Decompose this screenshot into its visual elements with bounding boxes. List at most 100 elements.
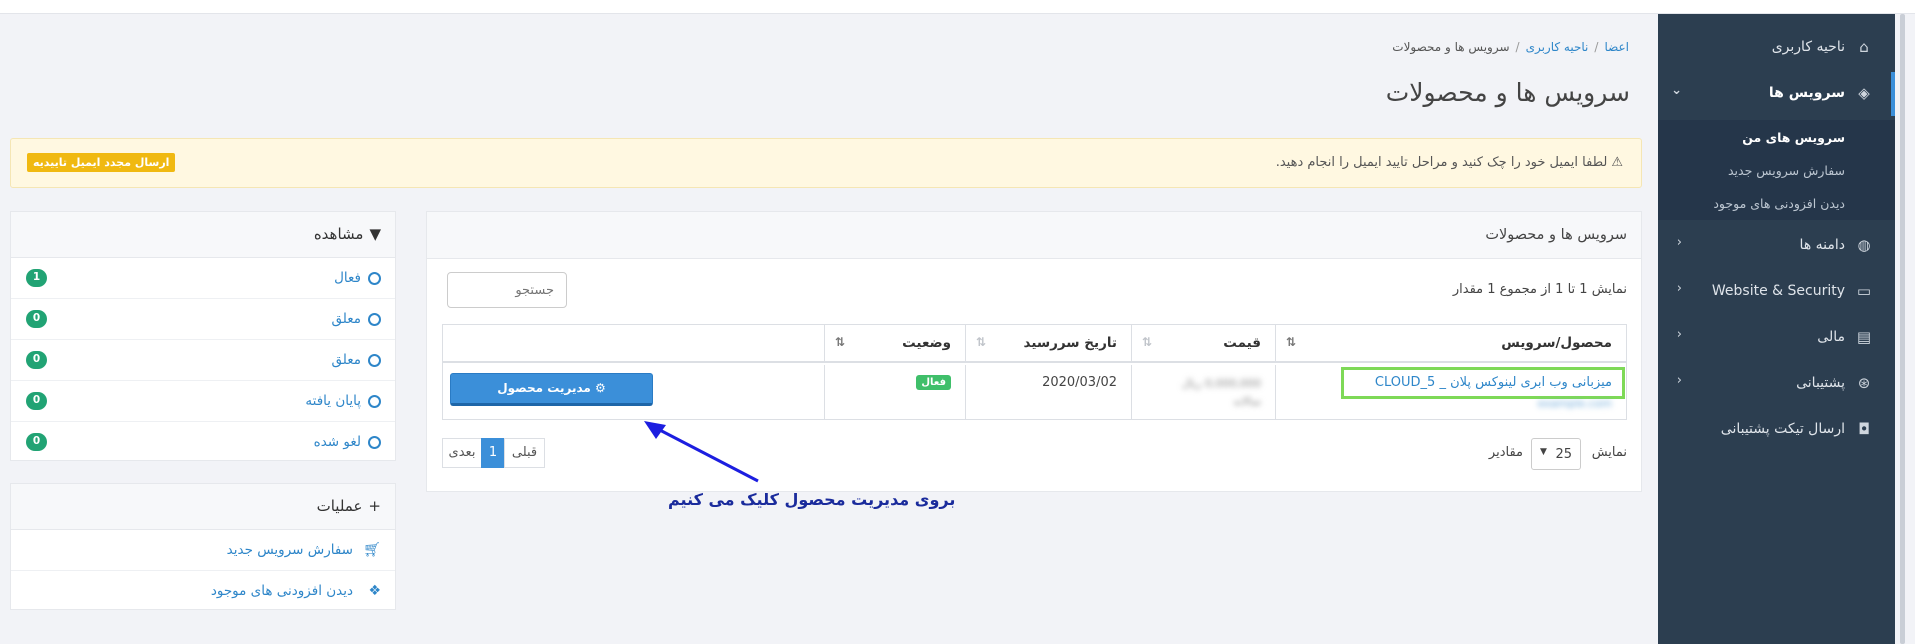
chevron-left-icon: ‹: [1676, 373, 1682, 388]
filter-item-suspended[interactable]: معلق 0: [11, 300, 395, 340]
per-page-control: نمایش 25 ▼ مقادیر: [1467, 438, 1627, 470]
filter-item-label: معلق: [331, 352, 361, 368]
filter-count-badge: 0: [26, 310, 47, 328]
page-title: سرویس ها و محصولات: [1385, 78, 1630, 107]
filter-item-cancelled[interactable]: لغو شده 0: [11, 423, 395, 463]
manage-product-label: مدیریت محصول: [497, 381, 591, 395]
pagination-next[interactable]: بعدی: [442, 438, 482, 468]
filter-count-badge: 1: [26, 269, 47, 287]
sidebar-subitem-order-new[interactable]: سفارش سرویس جدید: [1728, 163, 1845, 178]
cubes-icon: ❖: [368, 583, 381, 599]
sidebar-item-domains[interactable]: ◍ دامنه ها ‹: [1658, 224, 1895, 268]
price-cycle: سالانه: [1233, 395, 1261, 408]
per-page-select[interactable]: 25 ▼: [1531, 438, 1581, 470]
sidebar-item-label: Website & Security: [1711, 283, 1845, 299]
home-icon: ⌂: [1859, 38, 1869, 56]
action-order-new-service[interactable]: 🛒︎ سفارش سرویس جدید: [11, 531, 395, 571]
globe-icon: ◍: [1857, 236, 1871, 254]
comment-icon: ◘: [1858, 420, 1870, 438]
filter-item-pending[interactable]: معلق 0: [11, 341, 395, 381]
filter-item-label: فعال: [334, 270, 361, 286]
filter-item-terminated[interactable]: پایان یافته 0: [11, 382, 395, 422]
cell-due-date: 2020/03/02: [965, 365, 1131, 420]
actions-title-text: عملیات: [316, 497, 363, 515]
filter-count-badge: 0: [26, 433, 47, 451]
annotation-text: بروی مدیریت محصول کلیک می کنیم: [668, 490, 956, 509]
radio-circle-icon: [368, 272, 381, 285]
sort-icon: ⇅: [1286, 335, 1297, 349]
sidebar-subitem-my-services[interactable]: سرویس های من: [1742, 130, 1845, 145]
sidebar-item-label: مالی: [1817, 329, 1845, 345]
sidebar-submenu: سرویس های من سفارش سرویس جدید دیدن افزود…: [1658, 120, 1895, 220]
breadcrumb-item-current: سرویس ها و محصولات: [1392, 40, 1510, 54]
cube-icon: ◈: [1858, 84, 1870, 102]
sidebar-item-dashboard[interactable]: ⌂ ناحیه کاربری: [1658, 26, 1895, 70]
column-header-label: تاریخ سررسید: [1023, 335, 1117, 351]
actions-header: + عملیات: [11, 484, 395, 530]
sidebar-item-services[interactable]: ◈ سرویس ها ⌄: [1658, 72, 1895, 116]
filter-item-label: لغو شده: [313, 434, 361, 450]
column-header-label: وضعیت: [902, 335, 951, 351]
sort-icon: ⇅: [835, 335, 846, 349]
sidebar-item-label: پشتیبانی: [1796, 375, 1845, 391]
breadcrumb-separator: /: [1594, 40, 1599, 54]
top-bar: [0, 0, 1915, 14]
per-page-suffix: مقادیر: [1488, 445, 1523, 460]
caret-down-icon: ▼: [1540, 447, 1547, 457]
cell-product[interactable]: میزبانی وب ابری لینوکس پلان _ CLOUD_5 ex…: [1275, 365, 1626, 420]
monitor-icon: ▭: [1856, 282, 1872, 300]
sidebar-item-billing[interactable]: ▤ مالی ‹: [1658, 316, 1895, 360]
per-page-value: 25: [1555, 447, 1572, 462]
cell-price: 0,000,000 ریال سالانه: [1131, 365, 1275, 420]
actions-panel: + عملیات 🛒︎ سفارش سرویس جدید ❖ دیدن افزود…: [10, 483, 396, 610]
status-badge: فعال: [916, 375, 951, 390]
sidebar-item-support[interactable]: ⊛ پشتیبانی ‹: [1658, 362, 1895, 406]
sidebar-item-open-ticket[interactable]: ◘ ارسال تیکت پشتیبانی: [1658, 408, 1895, 452]
manage-product-button[interactable]: ⚙ مدیریت محصول: [450, 373, 653, 406]
alert-text: لطفا ایمیل خود را چک کنید و مراحل تایید …: [1275, 155, 1608, 170]
sidebar-item-label: ناحیه کاربری: [1771, 39, 1845, 55]
pagination-page-1[interactable]: 1: [481, 438, 505, 468]
product-link[interactable]: میزبانی وب ابری لینوکس پلان _ CLOUD_5: [1375, 375, 1612, 390]
price-value: 0,000,000 ریال: [1181, 377, 1261, 390]
filter-item-label: معلق: [331, 311, 361, 327]
search-input[interactable]: [447, 272, 567, 308]
product-domain: example.com: [1537, 397, 1612, 410]
pagination-prev[interactable]: قبلی: [504, 438, 545, 468]
column-header-actions: [443, 325, 824, 363]
filter-item-active[interactable]: فعال 1: [11, 259, 395, 299]
column-header-due-date[interactable]: تاریخ سررسید ⇅: [965, 325, 1131, 363]
filter-panel: ▼ مشاهده فعال 1 معلق 0 معلق 0 پایان یافته…: [10, 211, 396, 461]
scrollbar-thumb[interactable]: [1900, 14, 1905, 644]
radio-circle-icon: [368, 354, 381, 367]
table-info: نمایش 1 تا 1 از مجموع 1 مقدار: [1452, 282, 1627, 297]
filter-item-label: پایان یافته: [305, 393, 361, 409]
action-label: سفارش سرویس جدید: [226, 542, 353, 558]
breadcrumb-item-client-area[interactable]: ناحیه کاربری: [1526, 40, 1589, 54]
cart-icon: 🛒︎: [363, 542, 381, 558]
sidebar-item-label: ارسال تیکت پشتیبانی: [1720, 421, 1845, 437]
chevron-down-icon: ⌄: [1671, 83, 1682, 98]
filter-count-badge: 0: [26, 351, 47, 369]
due-date: 2020/03/02: [1042, 375, 1117, 390]
chevron-left-icon: ‹: [1676, 327, 1682, 342]
resend-verification-button[interactable]: ارسال مجدد ایمیل تاییدیه: [27, 153, 176, 172]
sidebar: ⌂ ناحیه کاربری ◈ سرویس ها ⌄ سرویس های من…: [1658, 14, 1895, 644]
column-header-price[interactable]: قیمت ⇅: [1131, 325, 1275, 363]
sidebar-item-website-security[interactable]: ▭ Website & Security ‹: [1658, 270, 1895, 314]
filter-icon: ▼: [369, 225, 381, 243]
column-header-status[interactable]: وضعیت ⇅: [824, 325, 965, 363]
breadcrumb-separator: /: [1515, 40, 1520, 54]
sort-icon: ⇅: [976, 335, 987, 349]
sidebar-item-label: دامنه ها: [1799, 237, 1845, 253]
chevron-left-icon: ‹: [1676, 281, 1682, 296]
column-header-product[interactable]: محصول/سرویس ⇅: [1275, 325, 1626, 363]
panel-header: سرویس ها و محصولات: [427, 212, 1641, 259]
cell-actions: ⚙ مدیریت محصول: [443, 365, 824, 420]
breadcrumb-item-members[interactable]: اعضا: [1604, 40, 1629, 54]
column-header-label: قیمت: [1223, 335, 1261, 351]
action-view-addons[interactable]: ❖ دیدن افزودنی های موجود: [11, 572, 395, 612]
scrollbar[interactable]: [1895, 14, 1915, 644]
sidebar-subitem-addons[interactable]: دیدن افزودنی های موجود: [1713, 196, 1845, 211]
chevron-left-icon: ‹: [1676, 235, 1682, 250]
